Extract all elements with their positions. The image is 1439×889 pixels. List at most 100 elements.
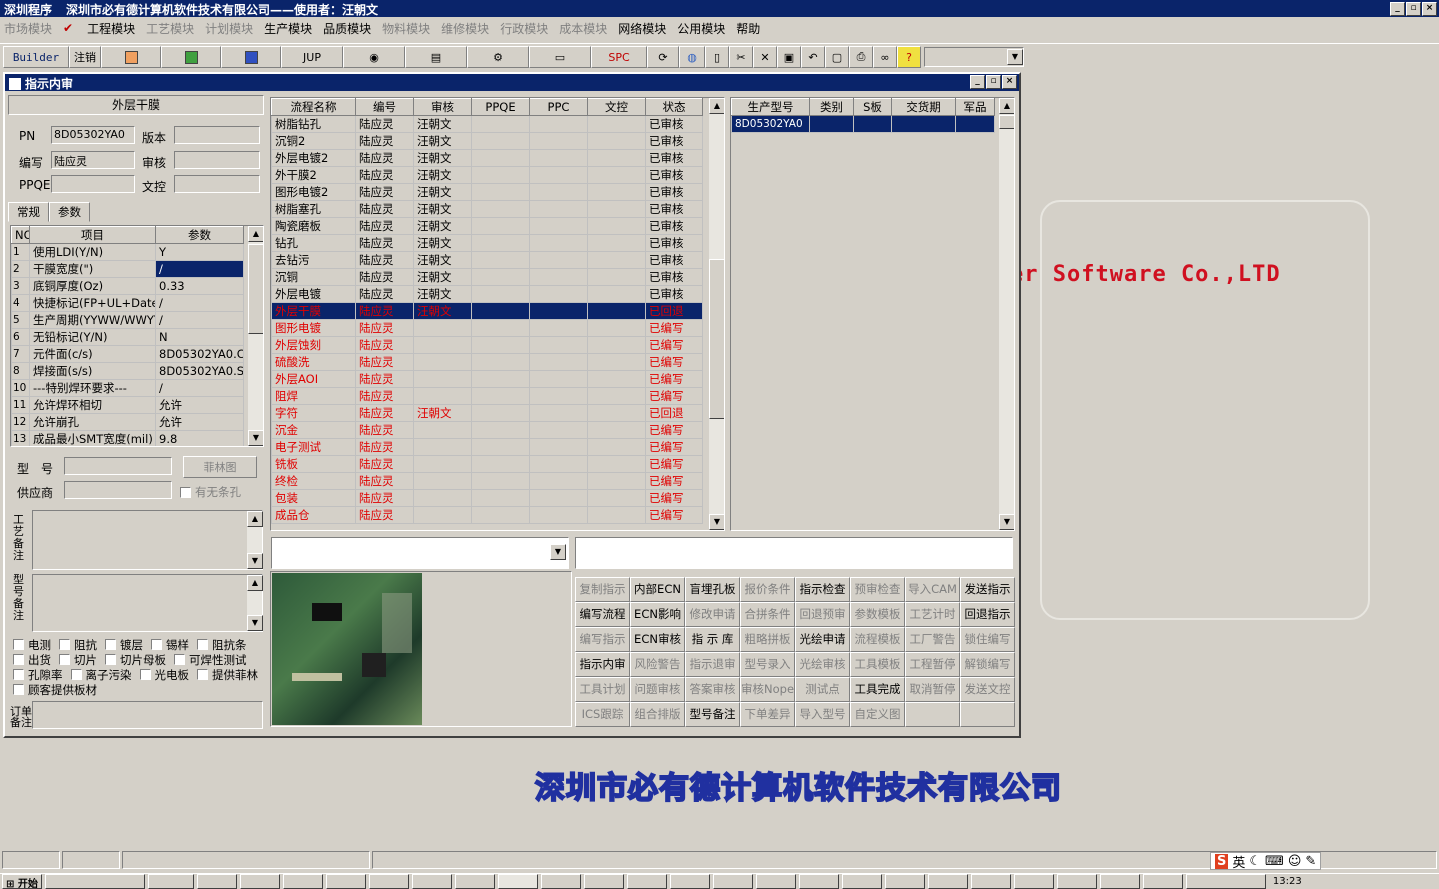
param-cell[interactable]: 9.8 bbox=[155, 430, 244, 446]
task-button[interactable] bbox=[540, 874, 581, 889]
param-row[interactable]: 1 使用LDI(Y/N) Y bbox=[11, 243, 244, 261]
word-button[interactable] bbox=[221, 46, 281, 68]
param-cell[interactable]: 允许 bbox=[155, 396, 244, 414]
requirement-checkbox[interactable]: 出货 bbox=[13, 652, 51, 667]
order-note-field[interactable] bbox=[32, 701, 263, 729]
action-button-35[interactable]: 审核Nope bbox=[740, 677, 795, 702]
task-button[interactable] bbox=[1099, 874, 1140, 889]
action-button-7[interactable]: 发送指示 bbox=[960, 577, 1015, 602]
param-cell[interactable]: 0.33 bbox=[155, 277, 244, 295]
param-row[interactable]: 10 ---特别焊环要求--- / bbox=[11, 379, 244, 397]
action-button-6[interactable]: 导入CAM bbox=[905, 577, 960, 602]
toolbar-combo[interactable]: ▼ bbox=[924, 47, 1024, 67]
action-button-37[interactable]: 工具完成 bbox=[850, 677, 905, 702]
action-button-39[interactable]: 发送文控 bbox=[960, 677, 1015, 702]
task-button[interactable] bbox=[626, 874, 667, 889]
action-button-40[interactable]: ICS跟踪 bbox=[575, 702, 630, 727]
action-button-5[interactable]: 预审检查 bbox=[850, 577, 905, 602]
process-row[interactable]: 沉铜 陆应灵 汪朝文 已审核 bbox=[271, 268, 703, 286]
task-button[interactable] bbox=[927, 874, 968, 889]
task-button[interactable] bbox=[970, 874, 1011, 889]
param-cell[interactable]: / bbox=[155, 260, 244, 278]
param-cell[interactable]: 允许 bbox=[155, 413, 244, 431]
requirement-checkbox[interactable]: 电测 bbox=[13, 637, 51, 652]
tools-button[interactable]: ⚙ bbox=[467, 46, 529, 68]
product-row[interactable]: 8D05302YA0 bbox=[731, 115, 995, 133]
process-row[interactable]: 电子测试 陆应灵 已编写 bbox=[271, 438, 703, 456]
menu-item-5[interactable]: 品质模块 bbox=[323, 20, 371, 37]
requirement-checkbox[interactable]: 锡样 bbox=[151, 637, 189, 652]
database-button[interactable]: ▤ bbox=[405, 46, 467, 68]
scroll-up-icon[interactable]: ▲ bbox=[248, 226, 263, 242]
doc-control-field[interactable] bbox=[174, 175, 260, 193]
action-button-42[interactable]: 型号备注 bbox=[685, 702, 740, 727]
globe-button[interactable]: ◍ bbox=[679, 46, 705, 68]
task-button[interactable] bbox=[368, 874, 409, 889]
product-header-3[interactable]: 交货期 bbox=[891, 98, 956, 116]
task-button[interactable] bbox=[147, 874, 194, 889]
tab-params[interactable]: 参数 bbox=[49, 202, 90, 222]
requirement-checkbox[interactable]: 孔隙率 bbox=[13, 667, 63, 682]
process-row[interactable]: 钻孔 陆应灵 汪朝文 已审核 bbox=[271, 234, 703, 252]
param-cell[interactable]: / bbox=[155, 379, 244, 397]
chevron-down-icon[interactable]: ▼ bbox=[1007, 49, 1023, 65]
process-row[interactable]: 外层电镀2 陆应灵 汪朝文 已审核 bbox=[271, 149, 703, 167]
action-button-1[interactable]: 内部ECN bbox=[630, 577, 685, 602]
param-row[interactable]: 7 元件面(c/s) 8D05302YA0.CS bbox=[11, 345, 244, 363]
writer-field[interactable]: 陆应灵 bbox=[51, 151, 135, 169]
process-row[interactable]: 外层蚀刻 陆应灵 已编写 bbox=[271, 336, 703, 354]
action-button-15[interactable]: 回退指示 bbox=[960, 602, 1015, 627]
process-header-4[interactable]: PPC bbox=[529, 98, 588, 116]
supplier-field[interactable] bbox=[64, 481, 172, 499]
menu-item-4[interactable]: 生产模块 bbox=[264, 20, 312, 37]
action-button-2[interactable]: 盲埋孔板 bbox=[685, 577, 740, 602]
action-button-24[interactable]: 指示内审 bbox=[575, 652, 630, 677]
process-header-0[interactable]: 流程名称 bbox=[271, 98, 356, 116]
action-button-11[interactable]: 合拼条件 bbox=[740, 602, 795, 627]
scroll-down-icon[interactable]: ▼ bbox=[247, 553, 263, 569]
process-row[interactable]: 外层电镀 陆应灵 汪朝文 已审核 bbox=[271, 285, 703, 303]
action-button-13[interactable]: 参数模板 bbox=[850, 602, 905, 627]
product-header-2[interactable]: S板 bbox=[853, 98, 892, 116]
scroll-down-icon[interactable]: ▼ bbox=[709, 514, 724, 530]
menu-item-10[interactable]: 网络模块 bbox=[618, 20, 666, 37]
task-button[interactable] bbox=[583, 874, 624, 889]
param-header-1[interactable]: 项目 bbox=[29, 226, 156, 244]
action-button-14[interactable]: 工艺计时 bbox=[905, 602, 960, 627]
process-row[interactable]: 沉金 陆应灵 已编写 bbox=[271, 421, 703, 439]
product-header-4[interactable]: 军品 bbox=[955, 98, 995, 116]
builder-button[interactable]: Builder bbox=[3, 46, 69, 68]
action-button-46[interactable] bbox=[905, 702, 960, 727]
action-button-18[interactable]: 指 示 库 bbox=[685, 627, 740, 652]
action-button-0[interactable]: 复制指示 bbox=[575, 577, 630, 602]
param-row[interactable]: 3 底铜厚度(Oz) 0.33 bbox=[11, 277, 244, 295]
product-scrollbar[interactable]: ▲ ▼ bbox=[998, 98, 1014, 530]
action-button-10[interactable]: 修改申请 bbox=[685, 602, 740, 627]
action-button-47[interactable] bbox=[960, 702, 1015, 727]
param-cell[interactable]: 8D05302YA0.SS bbox=[155, 362, 244, 380]
process-row[interactable]: 外干膜2 陆应灵 汪朝文 已审核 bbox=[271, 166, 703, 184]
menu-item-1[interactable]: 工程模块 bbox=[87, 20, 135, 37]
logout-button[interactable]: 注销 bbox=[69, 46, 101, 68]
menu-item-8[interactable]: 行政模块 bbox=[500, 20, 548, 37]
param-header-2[interactable]: 参数 bbox=[155, 226, 244, 244]
spc-button[interactable]: SPC bbox=[591, 46, 647, 68]
process-row[interactable]: 外层AOI 陆应灵 已编写 bbox=[271, 370, 703, 388]
action-button-34[interactable]: 答案审核 bbox=[685, 677, 740, 702]
process-scrollbar[interactable]: ▲ ▼ bbox=[708, 98, 724, 530]
process-row[interactable]: 硫酸洗 陆应灵 已编写 bbox=[271, 353, 703, 371]
menu-item-0[interactable]: 市场模块 bbox=[4, 20, 52, 37]
task-button[interactable] bbox=[282, 874, 323, 889]
requirement-checkbox[interactable]: 可焊性测试 bbox=[174, 652, 247, 667]
action-button-22[interactable]: 工厂警告 bbox=[905, 627, 960, 652]
process-row[interactable]: 成品仓 陆应灵 已编写 bbox=[271, 506, 703, 524]
task-button[interactable] bbox=[841, 874, 882, 889]
param-row[interactable]: 8 焊接面(s/s) 8D05302YA0.SS bbox=[11, 362, 244, 380]
action-button-17[interactable]: ECN审核 bbox=[630, 627, 685, 652]
process-row[interactable]: 外层干膜 陆应灵 汪朝文 已回退 bbox=[271, 302, 703, 320]
process-row[interactable]: 树脂钻孔 陆应灵 汪朝文 已审核 bbox=[271, 115, 703, 133]
process-row[interactable]: 去钻污 陆应灵 汪朝文 已审核 bbox=[271, 251, 703, 269]
param-row[interactable]: 13 成品最小SMT宽度(mil) 9.8 bbox=[11, 430, 244, 446]
param-row[interactable]: 6 无铅标记(Y/N) N bbox=[11, 328, 244, 346]
task-button[interactable] bbox=[1056, 874, 1097, 889]
